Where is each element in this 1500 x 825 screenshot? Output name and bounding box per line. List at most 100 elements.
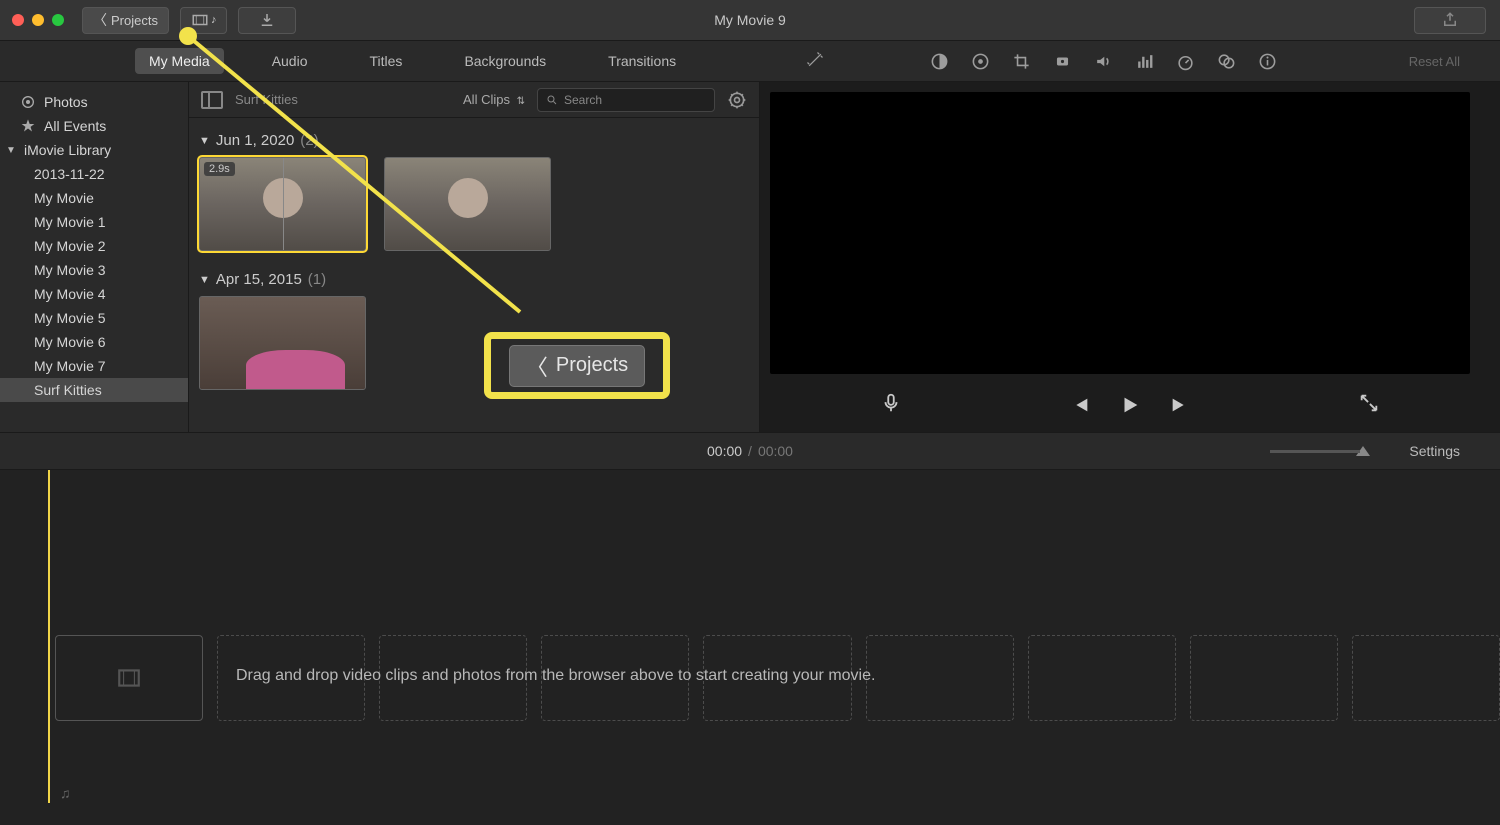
tab-backgrounds[interactable]: Backgrounds	[450, 48, 560, 74]
enhance-wand-button[interactable]	[805, 50, 825, 73]
timeline-settings-button[interactable]: Settings	[1409, 443, 1460, 459]
sidebar-event[interactable]: My Movie	[0, 186, 188, 210]
video-viewer[interactable]	[770, 92, 1470, 374]
clip-placeholder[interactable]	[1190, 635, 1338, 721]
disclosure-triangle-icon[interactable]: ▼	[6, 145, 16, 156]
sidebar-photos[interactable]: Photos	[0, 90, 188, 114]
browser-body: ▼ Jun 1, 2020 (2) 2.9s ▼ Apr 15, 2015 (1…	[189, 118, 759, 432]
zoom-slider[interactable]	[1270, 446, 1370, 456]
stabilization-icon[interactable]	[1053, 52, 1072, 71]
sidebar-library-header[interactable]: ▼ iMovie Library	[0, 138, 188, 162]
disclosure-triangle-icon: ▼	[199, 274, 210, 286]
browser-event-title: Surf Kitties	[235, 92, 451, 107]
sidebar-event[interactable]: 2013-11-22	[0, 162, 188, 186]
reset-all-button[interactable]: Reset All	[1409, 54, 1460, 69]
filmstrip-icon	[116, 665, 142, 691]
playhead[interactable]	[48, 470, 50, 803]
minimize-window-button[interactable]	[32, 14, 44, 26]
media-browser: Surf Kitties All Clips ⇅ Search ▼ Jun 1,…	[189, 82, 760, 432]
layout-toggle-button[interactable]	[201, 91, 223, 109]
music-note-icon: ♪	[211, 14, 217, 26]
annotation-callout: 〈 Projects	[484, 332, 670, 399]
callout-label: Projects	[556, 354, 628, 377]
time-display-bar: 00:00 / 00:00 Settings	[0, 432, 1500, 470]
sidebar-event[interactable]: My Movie 6	[0, 330, 188, 354]
time-current: 00:00	[707, 443, 742, 459]
up-down-icon: ⇅	[517, 96, 525, 107]
sidebar-event[interactable]: My Movie 1	[0, 210, 188, 234]
clip-placeholder[interactable]	[1352, 635, 1500, 721]
inspector-toolbar	[930, 52, 1277, 71]
clip-placeholder[interactable]	[866, 635, 1014, 721]
sidebar-event[interactable]: My Movie 3	[0, 258, 188, 282]
chevron-left-icon: 〈	[526, 350, 548, 382]
microphone-icon	[880, 392, 902, 414]
disclosure-triangle-icon: ▼	[199, 135, 210, 147]
filter-icon[interactable]	[1217, 52, 1236, 71]
clip-filter-dropdown[interactable]: All Clips ⇅	[463, 92, 525, 107]
timeline[interactable]: Drag and drop video clips and photos fro…	[0, 470, 1500, 825]
volume-icon[interactable]	[1094, 52, 1113, 71]
color-correction-icon[interactable]	[971, 52, 990, 71]
sidebar-event-selected[interactable]: Surf Kitties	[0, 378, 188, 402]
sidebar-event[interactable]: My Movie 5	[0, 306, 188, 330]
expand-icon	[1358, 392, 1380, 414]
search-field[interactable]: Search	[537, 88, 715, 112]
clip-placeholder[interactable]	[1028, 635, 1176, 721]
date-group-header[interactable]: ▼ Jun 1, 2020 (2)	[195, 126, 759, 157]
next-button[interactable]	[1169, 394, 1191, 416]
download-arrow-icon	[258, 11, 276, 29]
previous-button[interactable]	[1069, 394, 1091, 416]
color-balance-icon[interactable]	[930, 52, 949, 71]
tab-my-media[interactable]: My Media	[135, 48, 224, 74]
window-title: My Movie 9	[714, 12, 786, 28]
sidebar-all-events-label: All Events	[44, 118, 106, 134]
time-total: 00:00	[758, 443, 793, 459]
wand-icon	[805, 50, 825, 70]
tab-audio[interactable]: Audio	[258, 48, 322, 74]
projects-back-button[interactable]: 〈 Projects	[82, 7, 169, 34]
chevron-left-icon: 〈	[93, 10, 107, 30]
tab-titles[interactable]: Titles	[356, 48, 417, 74]
fullscreen-window-button[interactable]	[52, 14, 64, 26]
sidebar-library-label: iMovie Library	[24, 142, 111, 158]
projects-label: Projects	[111, 13, 158, 28]
close-window-button[interactable]	[12, 14, 24, 26]
sidebar-all-events[interactable]: All Events	[0, 114, 188, 138]
sidebar-photos-label: Photos	[44, 94, 88, 110]
equalizer-icon[interactable]	[1135, 52, 1154, 71]
play-button[interactable]	[1119, 394, 1141, 416]
time-separator: /	[748, 443, 752, 459]
clip-thumbnail[interactable]: 2.9s	[199, 157, 366, 251]
browser-tabs: My Media Audio Titles Backgrounds Transi…	[0, 41, 1500, 82]
search-placeholder: Search	[564, 93, 602, 107]
search-icon	[546, 94, 558, 106]
clip-placeholder[interactable]	[55, 635, 203, 721]
tab-transitions[interactable]: Transitions	[594, 48, 690, 74]
import-button[interactable]	[238, 7, 296, 34]
filmstrip-icon	[191, 11, 209, 29]
sidebar-event[interactable]: My Movie 7	[0, 354, 188, 378]
fullscreen-button[interactable]	[1358, 392, 1380, 419]
browser-settings-button[interactable]	[727, 90, 747, 110]
speed-icon[interactable]	[1176, 52, 1195, 71]
clip-thumbnail[interactable]	[199, 296, 366, 390]
share-button[interactable]	[1414, 7, 1486, 34]
library-sidebar: Photos All Events ▼ iMovie Library 2013-…	[0, 82, 189, 432]
date-group-header[interactable]: ▼ Apr 15, 2015 (1)	[195, 265, 759, 296]
main-area: Photos All Events ▼ iMovie Library 2013-…	[0, 82, 1500, 432]
playback-controls	[760, 378, 1500, 432]
sidebar-event[interactable]: My Movie 2	[0, 234, 188, 258]
media-view-button[interactable]: ♪	[180, 7, 228, 34]
clip-thumbnail[interactable]	[384, 157, 551, 251]
titlebar: 〈 Projects ♪ My Movie 9	[0, 0, 1500, 41]
info-icon[interactable]	[1258, 52, 1277, 71]
browser-header: Surf Kitties All Clips ⇅ Search	[189, 82, 759, 118]
clip-duration: 2.9s	[204, 162, 235, 176]
preview-pane	[760, 82, 1500, 432]
voiceover-button[interactable]	[880, 392, 902, 419]
photos-icon	[20, 94, 36, 110]
sidebar-event[interactable]: My Movie 4	[0, 282, 188, 306]
star-icon	[20, 118, 36, 134]
crop-icon[interactable]	[1012, 52, 1031, 71]
